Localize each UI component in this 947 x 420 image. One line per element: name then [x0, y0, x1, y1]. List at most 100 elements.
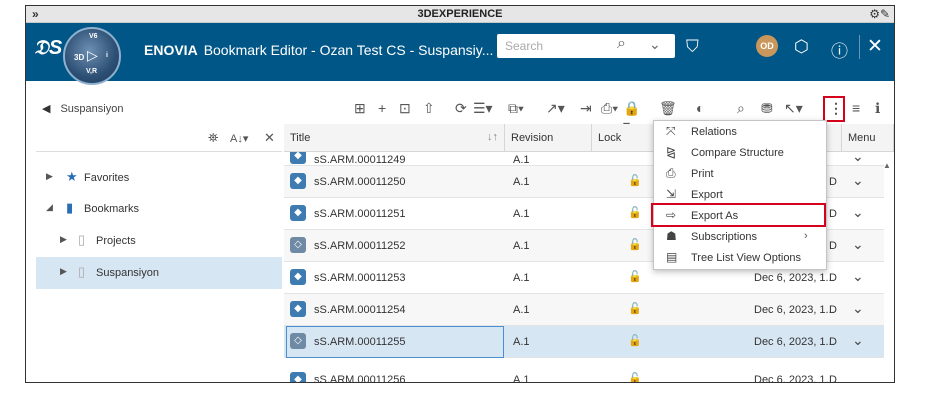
column-lock[interactable]: Lock [592, 124, 656, 152]
export-icon: ⇲ [666, 187, 677, 201]
binoculars-icon[interactable]: ⛯ [208, 130, 218, 146]
tree-item-bookmarks[interactable]: ◢ ▮ Bookmarks [36, 195, 282, 223]
filter-icon[interactable]: ☰▾ [473, 100, 493, 117]
add-existing-icon[interactable]: ⊡ [399, 100, 411, 117]
cell-title: sS.ARM.00011254 [314, 304, 406, 316]
tree-item-favorites[interactable]: ▶ ★ Favorites [36, 164, 282, 192]
tree-item-projects[interactable]: ▶ ▯ Projects [36, 227, 282, 255]
search-icon[interactable]: ⌕ [617, 35, 626, 53]
app-header: 𝔇S V6 3D ▷ i V,R ENOVIA Bookmark Editor -… [26, 23, 894, 85]
cell-title: sS.ARM.00011250 [314, 176, 406, 188]
help-icon[interactable]: ⓘ [831, 37, 848, 62]
menu-item-tree-list-view-options[interactable]: ▤ Tree List View Options [654, 247, 826, 268]
column-revision[interactable]: Revision [505, 124, 592, 152]
export-as-highlight [651, 203, 826, 227]
insert-bookmark-icon[interactable]: ⊞ [354, 100, 366, 117]
menu-item-subscriptions[interactable]: ☗ Subscriptions › [654, 226, 826, 247]
part-icon: ◆ [290, 205, 306, 221]
compass-icon[interactable]: V6 3D ▷ i V,R [63, 27, 121, 85]
chevron-down-icon[interactable]: ⌄ [852, 332, 864, 349]
share-icon[interactable]: ⬡ [794, 37, 809, 57]
views-icon[interactable]: ⧉▾ [508, 100, 524, 117]
info-icon[interactable]: ℹ [875, 100, 880, 117]
upload-icon[interactable]: ⇧ [423, 100, 435, 117]
chevron-down-icon[interactable]: ⌄ [852, 300, 864, 317]
star-icon: ★ [66, 169, 78, 184]
tree-item-label: Favorites [84, 172, 130, 184]
search-input[interactable]: Search ⌕ ⌄ [497, 34, 675, 58]
cell-title: sS.ARM.00011255 [314, 336, 406, 348]
chevron-down-icon[interactable]: ⌄ [852, 236, 864, 253]
expand-icon[interactable]: ▶ [46, 171, 53, 182]
unlocked-icon: 🔓 [628, 373, 642, 383]
more-options-highlight [823, 96, 845, 122]
expand-icon[interactable]: ▶ [60, 266, 67, 277]
unlocked-icon: 🔓 [628, 335, 642, 347]
close-icon[interactable]: ✕ [264, 130, 275, 146]
part-icon: ◆ [290, 301, 306, 317]
window-title-bar: » 3DEXPERIENCE ⚙✎ [26, 6, 894, 23]
bookmark-tree-panel: ⛯ A↓▾ ✕ ▶ ★ Favorites ◢ ▮ Bookmarks ▶ ▯ … [36, 124, 282, 382]
sort-icon[interactable]: ↓↑ [487, 131, 498, 143]
list-icon[interactable]: ≡ [852, 100, 860, 116]
cell-revision: A.1 [513, 374, 530, 383]
scroll-up-icon[interactable]: ▲ [883, 161, 891, 170]
column-menu-label: Menu [848, 132, 876, 144]
chevron-down-icon[interactable]: ⌄ [649, 36, 661, 53]
back-arrow-icon[interactable]: ◀ [42, 103, 50, 115]
refresh-icon[interactable]: ⟳ [455, 100, 467, 117]
menu-item-compare-structure[interactable]: ⧎ Compare Structure [654, 142, 826, 163]
cell-state: D [829, 240, 837, 252]
menu-item-export[interactable]: ⇲ Export [654, 184, 826, 205]
window-title: 3DEXPERIENCE [417, 8, 503, 20]
collaborate-icon[interactable]: ⛃ [761, 100, 773, 117]
cell-revision: A.1 [513, 240, 530, 252]
search-icon[interactable]: ⌕ [737, 100, 745, 117]
lifecycle-icon[interactable]: ◐ [696, 100, 704, 116]
cell-state: D [829, 336, 837, 348]
unlocked-icon: 🔓 [628, 239, 642, 251]
unlocked-icon: 🔓 [628, 207, 642, 219]
table-row[interactable]: ◆ sS.ARM.00011256 A.1 🔓 Dec 6, 2023, 1..… [284, 358, 884, 383]
settings-pin-icon[interactable]: ⚙✎ [869, 7, 890, 21]
play-icon[interactable]: ▷ [87, 47, 98, 64]
cell-date: Dec 6, 2023, 1... [754, 336, 835, 348]
avatar[interactable]: OD [756, 35, 778, 57]
table-row[interactable]: ◆ sS.ARM.00011254 A.1 🔓 Dec 6, 2023, 1..… [284, 294, 884, 326]
chevron-down-icon[interactable]: ⌄ [852, 268, 864, 285]
table-row-selected[interactable]: ◇ sS.ARM.00011255 A.1 🔓 Dec 6, 2023, 1..… [284, 326, 884, 358]
menu-item-label: Tree List View Options [691, 252, 802, 264]
chevron-down-icon[interactable]: ⌄ [852, 152, 864, 165]
breadcrumb-label: Suspansiyon [60, 103, 124, 115]
cell-state: D [829, 304, 837, 316]
column-menu[interactable]: Menu [841, 124, 894, 152]
menu-item-label: Compare Structure [691, 147, 784, 159]
menu-item-label: Export [691, 189, 723, 201]
collapse-icon[interactable]: ◢ [46, 202, 53, 213]
expand-icon[interactable]: ▶ [60, 234, 67, 245]
cell-state: D [829, 208, 837, 220]
cell-title: sS.ARM.00011251 [314, 208, 406, 220]
select-tool-icon[interactable]: ↖▾ [784, 100, 803, 117]
app-title[interactable]: ENOVIA Bookmark Editor - Ozan Test CS - S… [144, 42, 513, 58]
share-arrow-icon[interactable]: ↗▾ [546, 100, 565, 117]
chevron-down-icon[interactable]: ⌄ [852, 172, 864, 189]
tag-icon[interactable]: ⛉ [686, 37, 699, 57]
cell-date: Dec 6, 2023, 1... [754, 374, 835, 383]
close-icon[interactable]: ✕ [867, 35, 883, 58]
menu-item-print[interactable]: ⎙ Print [654, 163, 826, 184]
compass-vr-label: V,R [86, 68, 98, 75]
add-icon[interactable]: + [378, 100, 386, 116]
bookmark-folder-icon: ▯ [78, 232, 86, 247]
chevron-down-icon[interactable]: ⌄ [852, 204, 864, 221]
lock-tool-icon[interactable]: ⎙▾ [601, 100, 618, 117]
sort-icon[interactable]: A↓▾ [230, 132, 248, 145]
tree-item-suspansiyon[interactable]: ▶ ▯ Suspansiyon [36, 257, 282, 289]
tree-panel-header: ⛯ A↓▾ ✕ [36, 124, 282, 152]
column-title[interactable]: Title ↓↑ [284, 124, 505, 152]
breadcrumb: ◀ Suspansiyon [42, 102, 123, 115]
cell-revision: A.1 [513, 272, 530, 284]
menu-item-relations[interactable]: ⤧ Relations [654, 121, 826, 142]
part-icon: ◆ [290, 152, 306, 164]
navigate-icon[interactable]: ⇥ [580, 100, 592, 117]
